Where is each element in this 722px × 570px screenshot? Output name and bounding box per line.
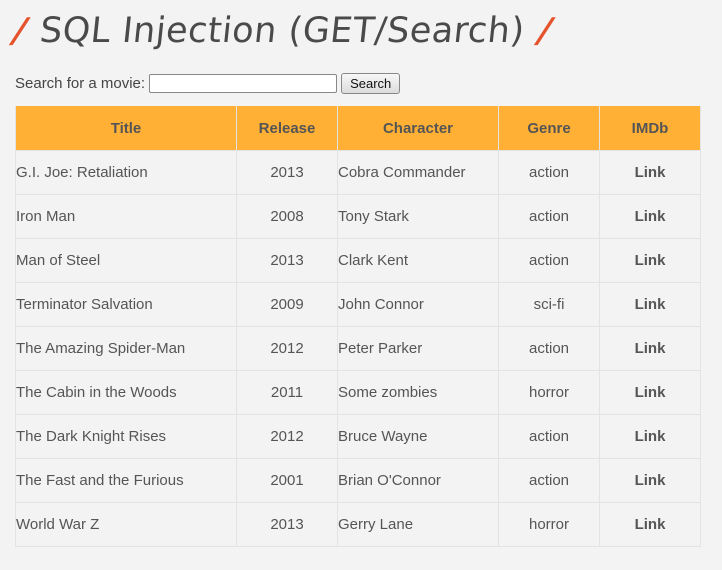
cell-imdb: Link xyxy=(599,414,701,459)
cell-title: Iron Man xyxy=(15,194,237,239)
search-button[interactable]: Search xyxy=(341,73,401,94)
table-body: G.I. Joe: Retaliation 2013 Cobra Commander… xyxy=(15,150,701,547)
cell-title: Man of Steel xyxy=(15,238,237,283)
cell-imdb: Link xyxy=(599,326,701,371)
cell-character: Clark Kent xyxy=(337,238,499,283)
page-heading: / SQL Injection (GET/Search) / xyxy=(11,6,555,56)
cell-character: Brian O'Connor xyxy=(337,458,499,503)
cell-imdb: Link xyxy=(599,238,701,283)
cell-imdb: Link xyxy=(599,458,701,503)
imdb-link[interactable]: Link xyxy=(635,164,666,181)
table-row: The Cabin in the Woods 2011 Some zombies ho… xyxy=(15,370,701,415)
column-header-character: Character xyxy=(337,106,499,151)
cell-character: Cobra Commander xyxy=(337,150,499,195)
cell-genre: action xyxy=(498,414,600,459)
cell-imdb: Link xyxy=(599,150,701,195)
cell-character: Gerry Lane xyxy=(337,502,499,547)
cell-release: 2001 xyxy=(236,458,338,503)
cell-title: G.I. Joe: Retaliation xyxy=(15,150,237,195)
cell-imdb: Link xyxy=(599,370,701,415)
search-form: Search for a movie: Search xyxy=(15,73,401,94)
cell-release: 2011 xyxy=(236,370,338,415)
table-row: The Fast and the Furious 2001 Brian O'Conn… xyxy=(15,458,701,503)
search-label: Search for a movie: xyxy=(15,75,146,92)
cell-release: 2013 xyxy=(236,502,338,547)
column-header-release: Release xyxy=(236,106,338,151)
imdb-link[interactable]: Link xyxy=(635,384,666,401)
table-row: G.I. Joe: Retaliation 2013 Cobra Commander… xyxy=(15,150,701,195)
table-row: Terminator Salvation 2009 John Connor sci-f… xyxy=(15,282,701,327)
cell-character: Peter Parker xyxy=(337,326,499,371)
cell-genre: action xyxy=(498,458,600,503)
movies-table: Title Release Character Genre IMDb G.I. … xyxy=(15,106,701,547)
table-row: Man of Steel 2013 Clark Kent action Link xyxy=(15,238,701,283)
table-row: Iron Man 2008 Tony Stark action Link xyxy=(15,194,701,239)
heading-slash-right: / xyxy=(536,11,555,51)
cell-title: The Dark Knight Rises xyxy=(15,414,237,459)
cell-release: 2009 xyxy=(236,282,338,327)
cell-genre: horror xyxy=(498,370,600,415)
cell-title: Terminator Salvation xyxy=(15,282,237,327)
cell-character: Bruce Wayne xyxy=(337,414,499,459)
imdb-link[interactable]: Link xyxy=(635,428,666,445)
cell-character: John Connor xyxy=(337,282,499,327)
cell-imdb: Link xyxy=(599,502,701,547)
column-header-title: Title xyxy=(15,106,237,151)
page: / SQL Injection (GET/Search) / Search fo… xyxy=(0,0,722,570)
page-title: SQL Injection (GET/Search) xyxy=(38,11,528,51)
imdb-link[interactable]: Link xyxy=(635,252,666,269)
cell-genre: action xyxy=(498,194,600,239)
cell-release: 2012 xyxy=(236,326,338,371)
cell-genre: horror xyxy=(498,502,600,547)
cell-release: 2013 xyxy=(236,150,338,195)
cell-genre: action xyxy=(498,238,600,283)
column-header-imdb: IMDb xyxy=(599,106,701,151)
column-header-genre: Genre xyxy=(498,106,600,151)
table-header-row: Title Release Character Genre IMDb xyxy=(15,106,701,151)
cell-genre: action xyxy=(498,150,600,195)
cell-title: The Cabin in the Woods xyxy=(15,370,237,415)
table-row: The Dark Knight Rises 2012 Bruce Wayne acti… xyxy=(15,414,701,459)
cell-release: 2008 xyxy=(236,194,338,239)
imdb-link[interactable]: Link xyxy=(635,296,666,313)
cell-character: Tony Stark xyxy=(337,194,499,239)
cell-title: The Fast and the Furious xyxy=(15,458,237,503)
table-row: World War Z 2013 Gerry Lane horror Link xyxy=(15,502,701,547)
imdb-link[interactable]: Link xyxy=(635,340,666,357)
cell-release: 2013 xyxy=(236,238,338,283)
imdb-link[interactable]: Link xyxy=(635,516,666,533)
heading-slash-left: / xyxy=(11,11,30,51)
cell-imdb: Link xyxy=(599,194,701,239)
cell-title: World War Z xyxy=(15,502,237,547)
cell-genre: sci-fi xyxy=(498,282,600,327)
cell-release: 2012 xyxy=(236,414,338,459)
cell-imdb: Link xyxy=(599,282,701,327)
search-input[interactable] xyxy=(149,74,338,93)
imdb-link[interactable]: Link xyxy=(635,472,666,489)
imdb-link[interactable]: Link xyxy=(635,208,666,225)
table-row: The Amazing Spider-Man 2012 Peter Parker ac… xyxy=(15,326,701,371)
cell-genre: action xyxy=(498,326,600,371)
cell-title: The Amazing Spider-Man xyxy=(15,326,237,371)
cell-character: Some zombies xyxy=(337,370,499,415)
